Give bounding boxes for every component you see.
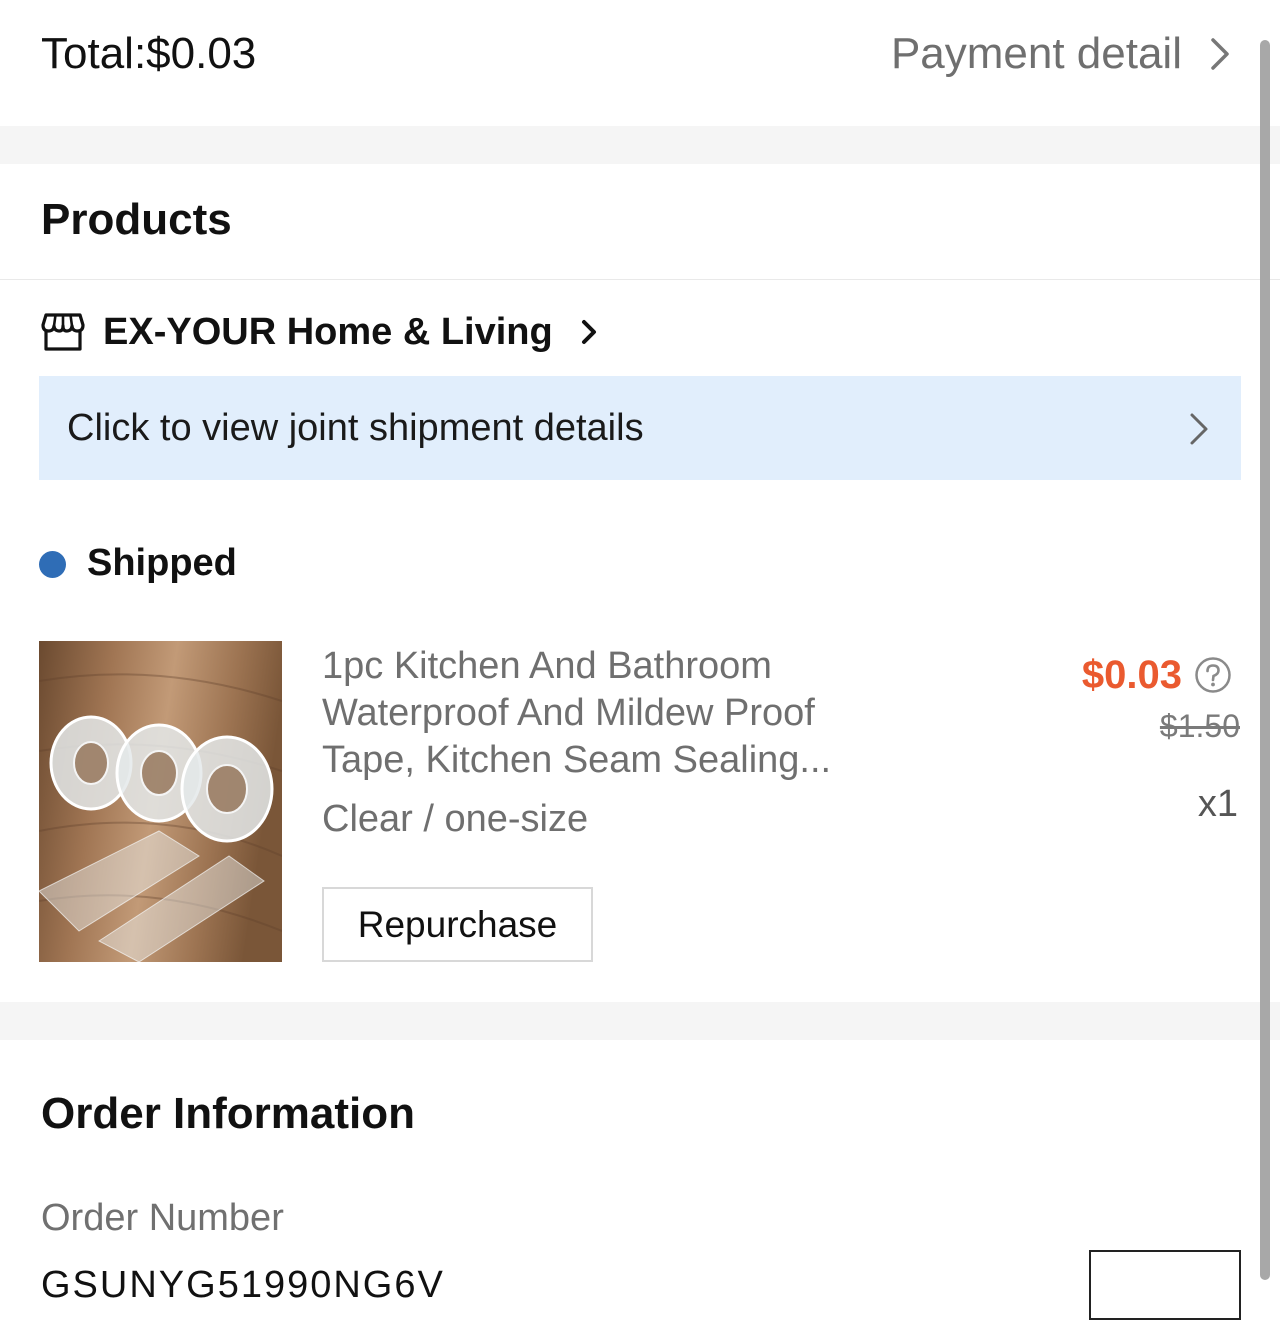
chevron-right-icon xyxy=(1211,38,1229,70)
original-price: $1.50 xyxy=(1159,708,1240,744)
shipment-status: Shipped xyxy=(87,542,237,584)
scrollbar-thumb[interactable] xyxy=(1260,40,1270,1280)
product-title-line: Tape, Kitchen Seam Sealing... xyxy=(322,739,832,781)
payment-detail-link[interactable]: Payment detail xyxy=(891,28,1230,80)
product-variant: Clear / one-size xyxy=(322,798,589,840)
product-title-line: 1pc Kitchen And Bathroom xyxy=(322,645,772,687)
payment-detail-label: Payment detail xyxy=(890,29,1182,78)
copy-button[interactable] xyxy=(1089,1250,1241,1320)
store-icon xyxy=(41,313,85,351)
product-title-line: Waterproof And Mildew Proof xyxy=(322,692,815,734)
chevron-right-icon xyxy=(581,320,596,344)
order-information-title: Order Information xyxy=(41,1089,416,1138)
order-number-label: Order Number xyxy=(41,1197,284,1239)
order-total: Total:$0.03 xyxy=(41,29,257,78)
question-circle-icon[interactable] xyxy=(1194,656,1232,694)
products-title: Products xyxy=(41,195,232,244)
chevron-right-icon xyxy=(1190,413,1208,445)
store-name: EX-YOUR Home & Living xyxy=(103,311,553,353)
quantity: x1 xyxy=(1197,783,1238,825)
product-image[interactable] xyxy=(39,641,282,962)
store-link[interactable]: EX-YOUR Home & Living xyxy=(40,308,597,356)
order-number-value: GSUNYG51990NG6V xyxy=(41,1264,445,1306)
section-separator xyxy=(0,1002,1280,1040)
product-title[interactable]: 1pc Kitchen And Bathroom Waterproof And … xyxy=(322,643,902,784)
scrollbar[interactable] xyxy=(1256,0,1280,1280)
price-row: $0.03 xyxy=(1082,650,1232,700)
current-price: $0.03 xyxy=(1081,652,1182,697)
section-separator xyxy=(0,126,1280,164)
repurchase-button[interactable]: Repurchase xyxy=(322,887,593,962)
divider xyxy=(0,279,1280,280)
status-dot xyxy=(39,551,66,578)
tape-rolls-illustration xyxy=(39,641,282,962)
joint-shipment-banner[interactable]: Click to view joint shipment details xyxy=(39,376,1241,480)
joint-shipment-text: Click to view joint shipment details xyxy=(67,406,644,449)
